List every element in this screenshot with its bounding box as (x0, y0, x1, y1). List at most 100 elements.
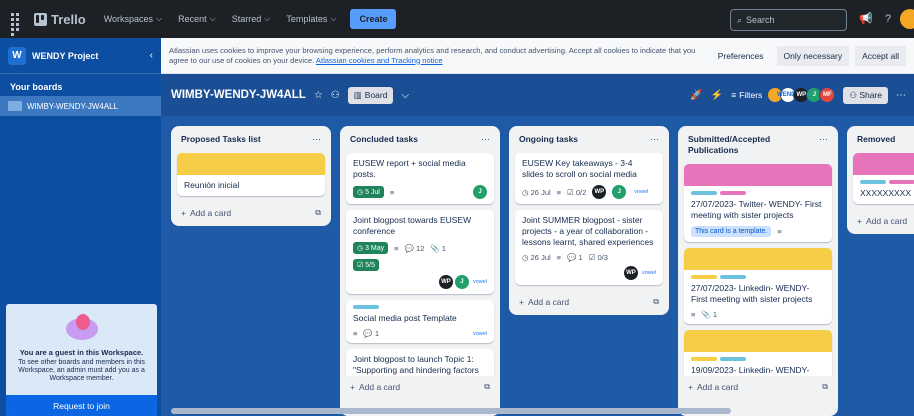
account-avatar[interactable] (900, 9, 914, 29)
add-card-label: Add a card (865, 216, 908, 226)
recent-menu[interactable]: Recent ⌵ (172, 10, 222, 28)
add-card-button[interactable]: + Add a card (853, 210, 914, 234)
share-label: Share (859, 89, 882, 100)
card-label (720, 275, 746, 279)
workspaces-label: Workspaces (103, 14, 154, 24)
whats-new-icon[interactable]: 📢 (858, 11, 874, 27)
card[interactable]: XXXXXXXXX (853, 153, 914, 204)
card[interactable]: Joint SUMMER blogpost - sister projects … (515, 210, 663, 285)
board-view-label: Board (364, 90, 388, 100)
share-icon: ⚇ (849, 89, 857, 100)
board-title[interactable]: WIMBY-WENDY-JW4ALL (171, 89, 306, 101)
starred-menu[interactable]: Starred ⌵ (226, 10, 277, 28)
templates-menu[interactable]: Templates ⌵ (280, 10, 342, 28)
card-title: Reunión inicial (184, 180, 240, 190)
member-avatar[interactable]: WP (623, 266, 638, 280)
cookie-notice-link[interactable]: Atlassian cookies and Tracking notice (316, 56, 443, 65)
help-icon[interactable]: ? (880, 11, 896, 27)
card-template-icon[interactable]: ⧉ (315, 208, 321, 218)
card-label (860, 180, 886, 184)
card[interactable]: 27/07/2023- Twitter- WENDY- First meetin… (684, 164, 832, 242)
description-icon: ≡ (353, 329, 358, 338)
workspaces-menu[interactable]: Workspaces ⌵ (98, 10, 168, 28)
card[interactable]: EUSEW report + social media posts. ◷ 5 J… (346, 153, 494, 204)
card[interactable]: 27/07/2023- Linkedin- WENDY- First meeti… (684, 248, 832, 324)
list-menu-icon[interactable]: ⋯ (312, 134, 321, 145)
share-button[interactable]: ⚇ Share (843, 86, 888, 104)
comments-badge: 💬 1 (567, 253, 583, 262)
member-avatar[interactable]: MF (819, 87, 836, 103)
workspace-name[interactable]: WENDY Project (32, 51, 144, 61)
list-menu-icon[interactable]: ⋯ (650, 134, 659, 145)
card[interactable]: EUSEW Key takeaways - 3-4 slides to scro… (515, 153, 663, 204)
list-title[interactable]: Removed (857, 134, 895, 145)
add-card-button[interactable]: + Add a card ⧉ (515, 291, 663, 315)
card[interactable]: Joint blogpost towards EUSEW conference … (346, 210, 494, 294)
card-template-icon[interactable]: ⧉ (484, 382, 490, 392)
vowel-tag: vowel (472, 330, 487, 337)
board-view-button[interactable]: ▥ Board (347, 86, 394, 104)
list-title[interactable]: Ongoing tasks (519, 134, 578, 145)
chevron-down-icon: ⌵ (330, 14, 337, 23)
board-horizontal-scrollbar[interactable] (171, 408, 731, 414)
card-label (720, 357, 746, 361)
board-header: WIMBY-WENDY-JW4ALL ☆ ⚇ ▥ Board ⌵ 🚀 ⚡ ≡ F… (161, 74, 914, 116)
card-template-icon[interactable]: ⧉ (822, 382, 828, 392)
card-label (691, 191, 717, 195)
due-date-badge: ◷ 5 Jul (353, 186, 384, 198)
member-avatar[interactable]: WP (592, 185, 607, 199)
sidebar-board-item[interactable]: WIMBY-WENDY-JW4ALL (0, 96, 161, 116)
chevron-down-icon: ⌵ (264, 14, 271, 23)
search-input[interactable]: ⌕ Search (730, 9, 847, 31)
cookie-preferences-button[interactable]: Preferences (711, 46, 771, 66)
filters-button[interactable]: ≡ Filters (731, 90, 762, 100)
add-card-button[interactable]: + Add a card ⧉ (346, 376, 494, 400)
cookie-accept-all-button[interactable]: Accept all (855, 45, 906, 66)
app-switcher-icon[interactable] (8, 10, 26, 36)
your-boards-title: Your boards (10, 82, 63, 92)
collapse-sidebar-icon[interactable]: ‹ (150, 50, 153, 61)
add-card-button[interactable]: + Add a card ⧉ (177, 202, 325, 226)
card[interactable]: 19/09/2023- Linkedin- WENDY- (684, 330, 832, 381)
more-icon[interactable]: ⋯ (896, 90, 906, 101)
due-date-badge: ◷ 3 May (353, 242, 389, 254)
automation-icon[interactable]: ⚡ (711, 90, 723, 101)
member-avatar[interactable]: J (612, 185, 627, 199)
attachments-badge: 📎 1 (701, 310, 717, 319)
cookie-only-necessary-button[interactable]: Only necessary (776, 45, 850, 66)
sidebar: W WENDY Project ‹ Your boards WIMBY-WEND… (0, 38, 161, 416)
member-avatar[interactable]: WP (438, 275, 453, 289)
trello-mark-icon (34, 12, 47, 26)
trello-logo[interactable]: Trello (34, 12, 86, 27)
card[interactable]: Reunión inicial (177, 153, 325, 196)
power-ups-icon[interactable]: 🚀 (690, 90, 702, 101)
create-button[interactable]: Create (350, 9, 397, 29)
board-members: WENDY WP J MF (767, 87, 836, 103)
chevron-down-icon[interactable]: ⌵ (401, 90, 409, 101)
list-title[interactable]: Submitted/Accepted Publications (688, 134, 819, 156)
list-menu-icon[interactable]: ⋯ (481, 134, 490, 145)
add-card-button[interactable]: + Add a card ⧉ (684, 376, 832, 400)
star-icon[interactable]: ☆ (314, 90, 323, 101)
card-title: XXXXXXXXX (860, 188, 912, 198)
cookie-text-block: Atlassian uses cookies to improve your b… (169, 46, 709, 66)
due-date-badge: ◷ 26 Jul (522, 253, 551, 262)
plus-icon: + (688, 382, 693, 392)
card[interactable]: Social media post Template ≡ 💬 1 vowel (346, 300, 494, 343)
member-avatar[interactable]: J (473, 185, 487, 199)
board-view-icon: ▥ (353, 89, 362, 100)
attachments-badge: 📎 1 (430, 243, 446, 253)
list-menu-icon[interactable]: ⋯ (819, 134, 828, 145)
card-label (720, 191, 746, 195)
plus-icon: + (519, 297, 524, 307)
card-cover (684, 248, 832, 270)
app-name: Trello (51, 11, 86, 27)
list-title[interactable]: Proposed Tasks list (181, 134, 261, 145)
list-submitted-footer: + Add a card ⧉ (678, 376, 838, 404)
visibility-icon[interactable]: ⚇ (331, 90, 340, 101)
member-avatar[interactable]: J (454, 275, 469, 289)
filters-label: Filters (739, 90, 763, 100)
request-to-join-button[interactable]: Request to join (6, 395, 157, 416)
list-title[interactable]: Concluded tasks (350, 134, 418, 145)
card-template-icon[interactable]: ⧉ (653, 297, 659, 307)
